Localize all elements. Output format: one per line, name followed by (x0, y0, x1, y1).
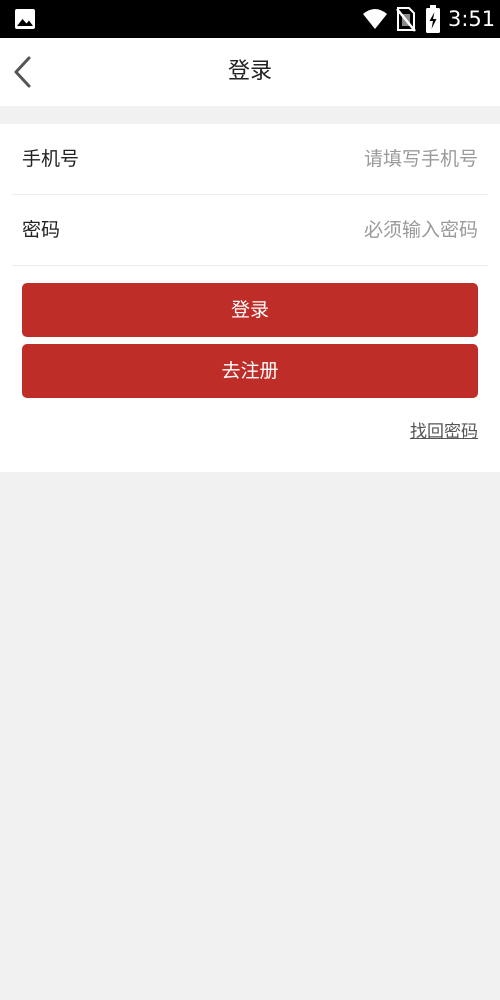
status-time: 3:51 (448, 7, 496, 31)
wifi-icon (363, 9, 387, 29)
battery-charging-icon (426, 5, 440, 33)
password-field-row: 密码 (12, 195, 488, 266)
phone-field-row: 手机号 (12, 124, 488, 195)
password-label: 密码 (22, 219, 61, 241)
phone-label: 手机号 (22, 148, 80, 170)
login-form: 手机号 密码 登录 去注册 找回密码 (0, 124, 500, 472)
login-button[interactable]: 登录 (22, 283, 478, 337)
phone-input[interactable] (178, 139, 478, 179)
forgot-password-link[interactable]: 找回密码 (410, 417, 478, 442)
password-input[interactable] (178, 210, 478, 250)
gallery-icon (15, 9, 35, 29)
register-button[interactable]: 去注册 (22, 344, 478, 398)
page-title: 登录 (227, 59, 272, 84)
no-sim-icon (396, 7, 416, 32)
status-bar: 3:51 (0, 0, 500, 38)
nav-bar: 登录 (0, 38, 500, 106)
